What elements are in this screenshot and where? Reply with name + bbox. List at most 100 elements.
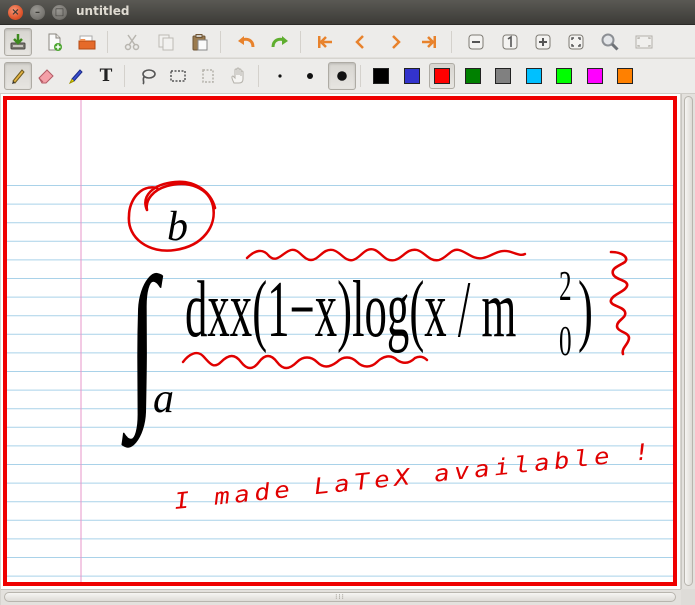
thickness-fine-button[interactable]	[266, 62, 294, 90]
integral-lower-limit: a	[153, 376, 174, 422]
color-swatch	[617, 68, 633, 84]
handwritten-note: I made LaTeX available !	[173, 438, 655, 514]
fullscreen-icon	[635, 35, 653, 49]
formula-body: dxx(1−x)log(x / m	[185, 266, 516, 355]
main-toolbar	[0, 25, 695, 58]
scissors-icon	[124, 34, 140, 51]
minimize-button[interactable]: –	[30, 5, 45, 20]
last-page-icon	[422, 36, 436, 48]
first-page-button[interactable]	[311, 28, 339, 56]
color-swatch-button[interactable]	[551, 63, 577, 89]
toolbar-separator	[360, 65, 361, 87]
pen-tool[interactable]	[4, 62, 32, 90]
eraser-tool[interactable]	[32, 62, 60, 90]
fullscreen-button[interactable]	[630, 28, 658, 56]
vertical-scroll-thumb[interactable]	[684, 96, 693, 586]
folder-icon	[78, 35, 96, 50]
title-bar: × – □ untitled	[0, 0, 695, 25]
formula-subscript: 0	[559, 319, 572, 365]
scroll-corner	[681, 589, 695, 605]
cut-button[interactable]	[118, 28, 146, 56]
new-page-button[interactable]	[40, 28, 68, 56]
zoom-search-button[interactable]	[596, 28, 624, 56]
zoom-100-icon	[502, 34, 518, 50]
color-swatch-button[interactable]	[582, 63, 608, 89]
undo-button[interactable]	[232, 28, 260, 56]
text-tool[interactable]: T	[92, 62, 120, 90]
next-page-button[interactable]	[382, 28, 410, 56]
zoom-fit-button[interactable]	[562, 28, 590, 56]
highlighter-icon	[68, 69, 83, 85]
wavy-stroke-lower	[181, 351, 429, 370]
last-page-button[interactable]	[415, 28, 443, 56]
clipboard-icon	[192, 34, 208, 51]
bracket-squiggle-stroke	[609, 250, 631, 356]
text-icon: T	[99, 66, 113, 86]
color-swatch	[586, 68, 603, 84]
toolbar-separator	[107, 31, 108, 53]
page-drawing[interactable]: ∫ b a dxx(1−x)log(x / m 2 0 ) I made LaT…	[7, 100, 673, 582]
formula-closing-paren: )	[578, 266, 593, 355]
maximize-button[interactable]: □	[52, 5, 67, 20]
toolbar-separator	[124, 65, 125, 87]
color-swatch-button[interactable]	[490, 63, 516, 89]
paste-button[interactable]	[186, 28, 214, 56]
toolbar-separator	[451, 31, 452, 53]
color-swatch	[525, 68, 542, 84]
zoom-in-icon	[535, 34, 551, 50]
formula-superscript: 2	[559, 264, 572, 310]
color-swatch-button[interactable]	[368, 63, 394, 89]
horizontal-scroll-thumb[interactable]: ⁞⁞⁞	[4, 592, 676, 602]
redo-button[interactable]	[266, 28, 294, 56]
highlighter-tool[interactable]	[62, 62, 90, 90]
eraser-icon	[38, 69, 54, 84]
first-page-icon	[318, 36, 332, 48]
copy-icon	[158, 34, 174, 51]
thickness-medium-button[interactable]	[296, 62, 324, 90]
tools-toolbar: T	[0, 59, 695, 94]
lasso-icon	[142, 69, 156, 85]
window-title: untitled	[76, 4, 130, 18]
color-swatch-button[interactable]	[399, 63, 425, 89]
redo-icon	[271, 36, 288, 48]
zoom-out-icon	[468, 34, 484, 50]
zoom-in-button[interactable]	[529, 28, 557, 56]
open-button[interactable]	[73, 28, 101, 56]
vertical-space-tool[interactable]	[194, 62, 222, 90]
zoom-out-button[interactable]	[462, 28, 490, 56]
vertical-space-icon	[202, 69, 214, 83]
vertical-scrollbar[interactable]	[681, 94, 695, 589]
lasso-tool[interactable]	[134, 62, 162, 90]
magnifier-icon	[601, 33, 619, 51]
ruled-lines	[7, 185, 673, 577]
color-swatch	[464, 68, 481, 84]
latex-formula: ∫ b a dxx(1−x)log(x / m 2 0 )	[121, 204, 593, 448]
color-swatch	[403, 68, 420, 84]
zoom-fit-icon	[568, 34, 584, 50]
color-swatch	[434, 68, 450, 84]
rect-select-tool[interactable]	[164, 62, 192, 90]
zoom-100-button[interactable]	[496, 28, 524, 56]
save-button[interactable]	[4, 28, 32, 56]
color-swatch-button[interactable]	[429, 63, 455, 89]
wavy-stroke-upper	[245, 248, 527, 262]
dot-large-icon	[337, 71, 347, 81]
color-swatch-button[interactable]	[521, 63, 547, 89]
chevron-left-icon	[355, 35, 364, 49]
copy-button[interactable]	[152, 28, 180, 56]
rect-select-icon	[170, 70, 186, 82]
previous-page-button[interactable]	[346, 28, 374, 56]
hand-tool[interactable]	[224, 62, 252, 90]
new-page-icon	[48, 33, 62, 51]
page[interactable]: ∫ b a dxx(1−x)log(x / m 2 0 ) I made LaT…	[3, 96, 677, 586]
color-swatch	[373, 68, 389, 84]
chevron-right-icon	[392, 35, 401, 49]
color-swatch-button[interactable]	[612, 63, 638, 89]
thickness-thick-button[interactable]	[328, 62, 356, 90]
dot-medium-icon	[307, 73, 313, 79]
color-swatch-button[interactable]	[460, 63, 486, 89]
close-button[interactable]: ×	[8, 5, 23, 20]
horizontal-scrollbar[interactable]: ⁞⁞⁞	[1, 589, 681, 605]
hand-icon	[231, 67, 244, 84]
canvas-area[interactable]: ∫ b a dxx(1−x)log(x / m 2 0 ) I made LaT…	[1, 94, 680, 589]
